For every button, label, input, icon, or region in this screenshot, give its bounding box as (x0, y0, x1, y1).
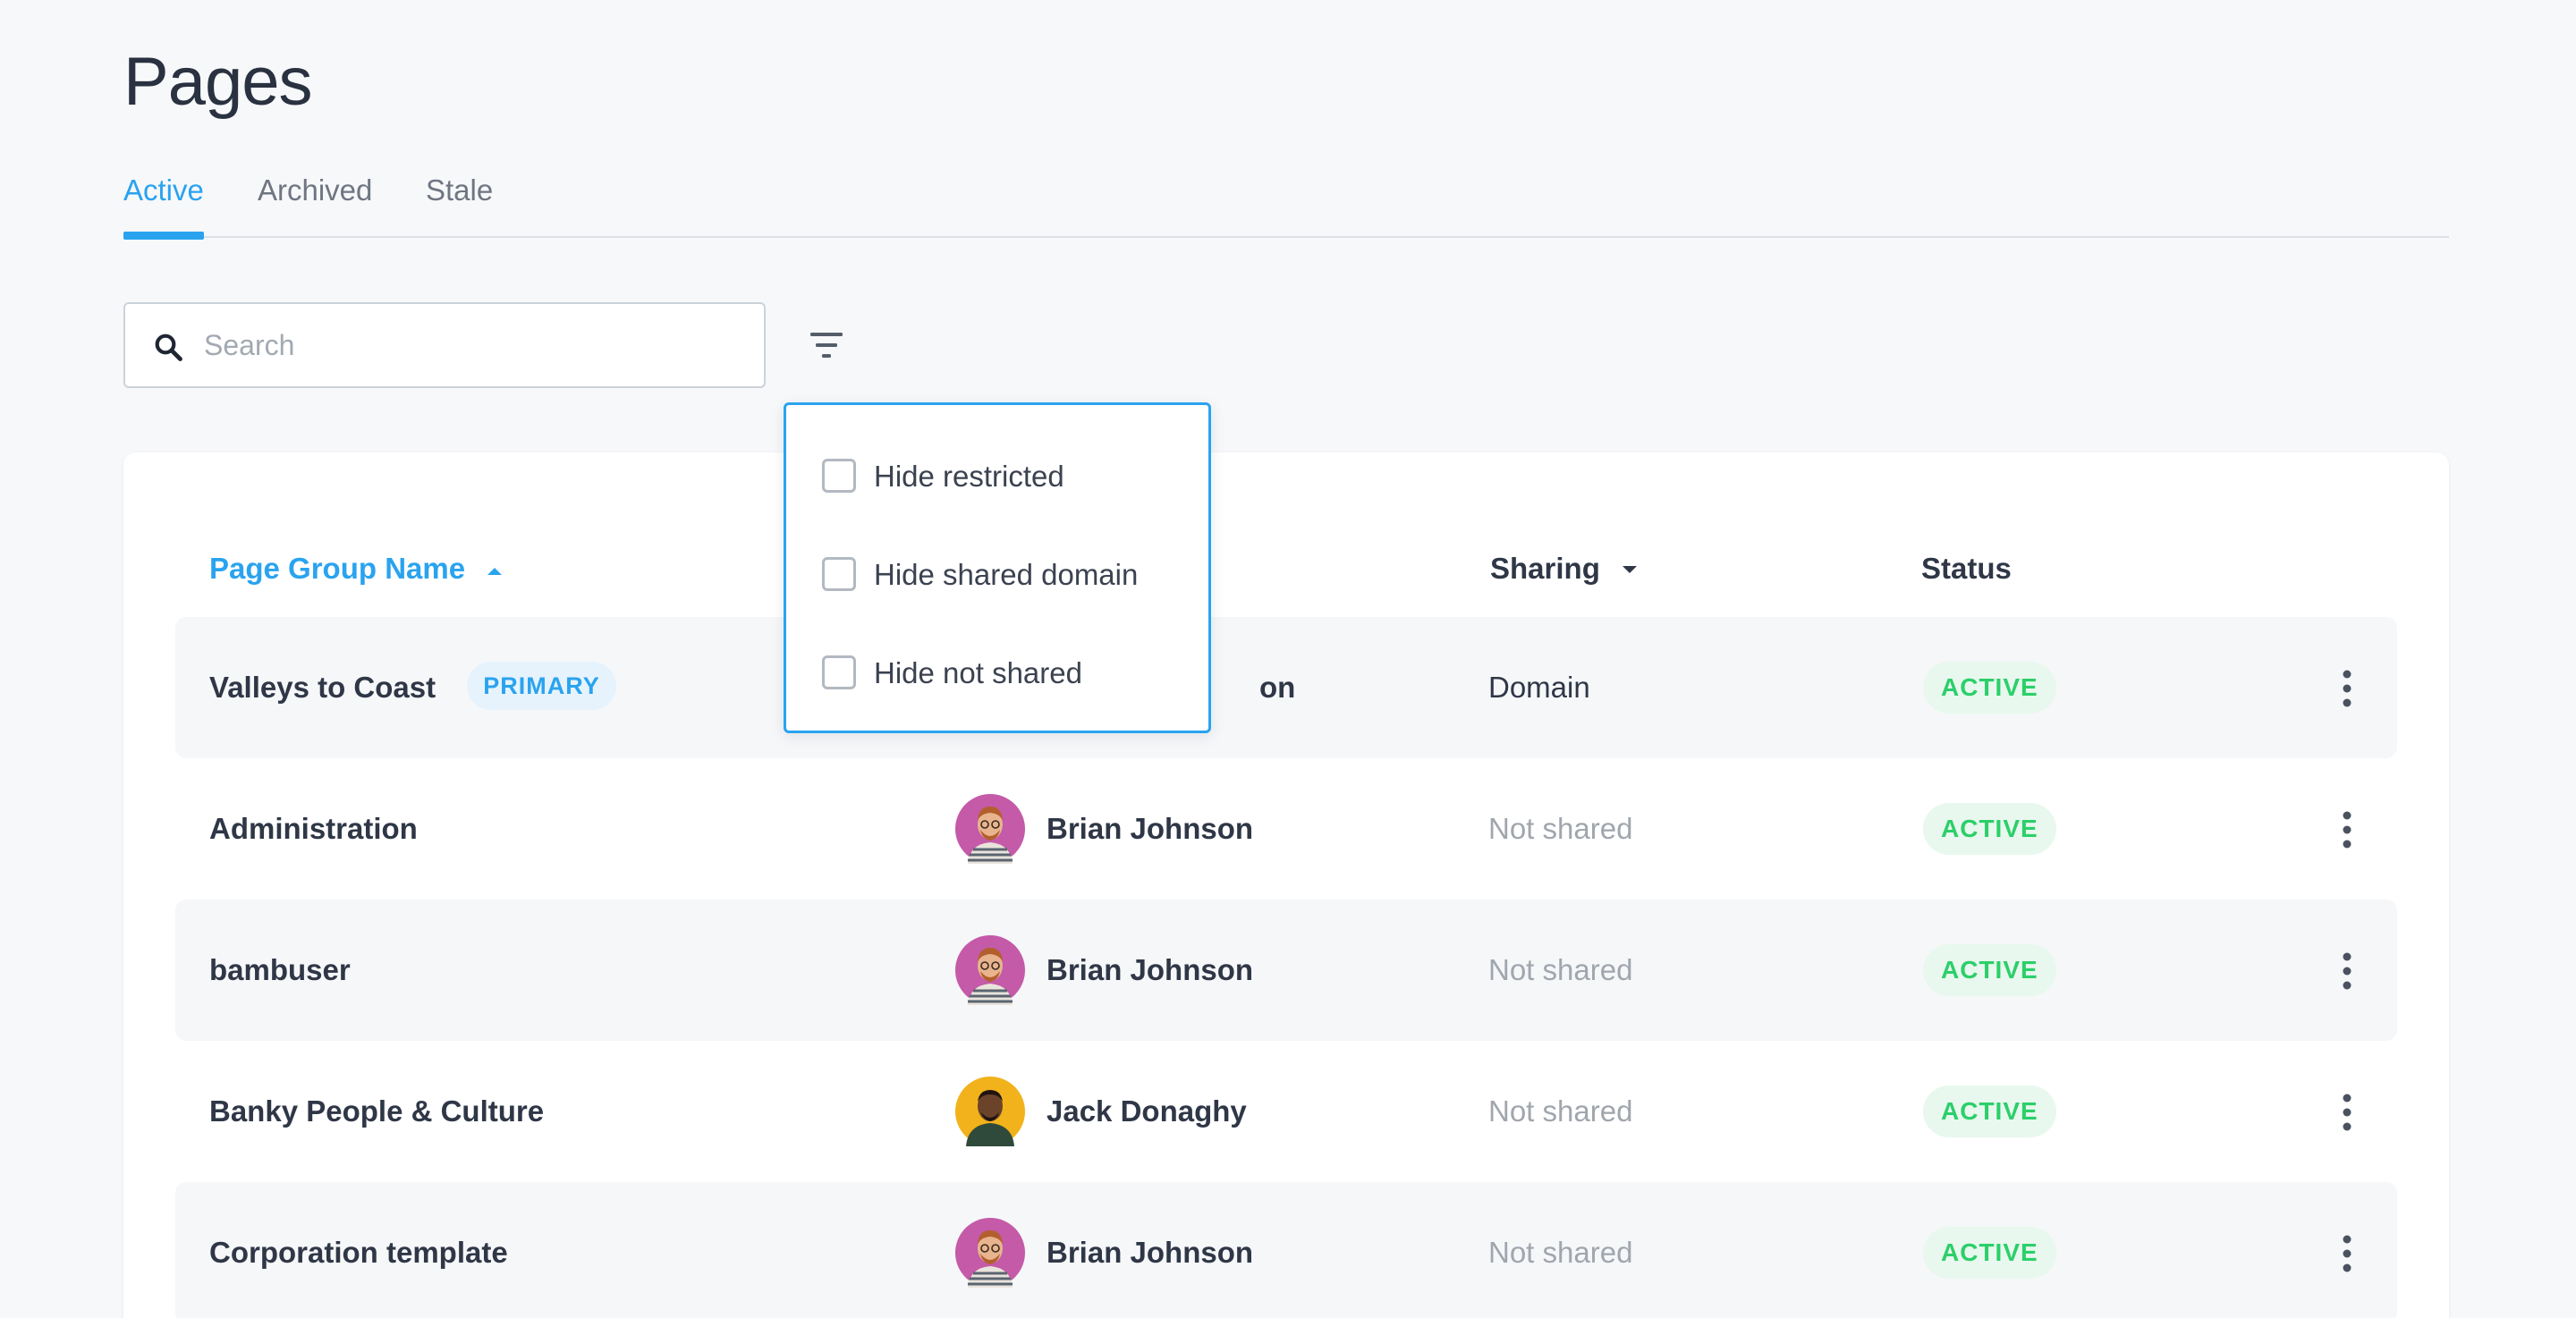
avatar (955, 1218, 1025, 1288)
avatar (955, 794, 1025, 864)
filter-option-label: Hide not shared (874, 656, 1082, 689)
sort-ascending-icon (487, 568, 503, 576)
search-box (123, 302, 766, 388)
status-badge: ACTIVE (1923, 1227, 2056, 1279)
filter-option-label: Hide shared domain (874, 558, 1139, 591)
avatar (955, 935, 1025, 1005)
tab-active[interactable]: Active (123, 173, 204, 240)
tab-stale[interactable]: Stale (426, 173, 493, 238)
filter-dropdown: Hide restricted Hide shared domain Hide … (784, 402, 1211, 733)
tab-archived[interactable]: Archived (258, 173, 372, 238)
search-input[interactable] (204, 317, 741, 374)
page-title: Pages (123, 44, 312, 120)
filter-icon (810, 333, 843, 358)
status-badge: ACTIVE (1923, 803, 2056, 855)
owner-name: Brian Johnson (1046, 812, 1254, 845)
owner-name: Jack Donaghy (1046, 1094, 1247, 1128)
checkbox-hide-shared-domain[interactable] (822, 557, 856, 591)
owner-name: Brian Johnson (1046, 1236, 1254, 1269)
more-options-icon[interactable] (2333, 667, 2361, 710)
sort-descending-icon (1623, 566, 1638, 574)
primary-badge: PRIMARY (467, 662, 616, 711)
page-group-name: Banky People & Culture (209, 1094, 545, 1128)
status-badge: ACTIVE (1923, 662, 2056, 714)
owner-name: on (1259, 671, 1296, 704)
column-header-status[interactable]: Status (1921, 542, 2012, 596)
checkbox-hide-not-shared[interactable] (822, 655, 856, 689)
sharing-value: Not shared (1488, 1094, 1633, 1128)
more-options-icon[interactable] (2333, 950, 2361, 993)
column-header-name[interactable]: Page Group Name (209, 542, 504, 596)
status-badge: ACTIVE (1923, 944, 2056, 996)
table-row[interactable]: bambuser Brian Johnson Not shared ACTIVE (175, 900, 2397, 1041)
page-group-name: Administration (209, 812, 418, 845)
sharing-value: Not shared (1488, 1236, 1633, 1269)
table-row[interactable]: Banky People & Culture Jack Donaghy Not … (175, 1041, 2397, 1182)
table-row[interactable]: Valleys to Coast PRIMARY on Domain ACTIV… (175, 617, 2397, 758)
more-options-icon[interactable] (2333, 1232, 2361, 1275)
page-group-name: Corporation template (209, 1236, 508, 1269)
column-header-sharing-label: Sharing (1490, 552, 1600, 585)
more-options-icon[interactable] (2333, 808, 2361, 851)
column-header-sharing[interactable]: Sharing (1490, 542, 1639, 596)
table-row[interactable]: Administration Brian Johnson Not shared … (175, 758, 2397, 900)
tab-bar: Active Archived Stale (123, 173, 2449, 240)
column-header-name-label: Page Group Name (209, 552, 466, 585)
page-group-name: bambuser (209, 953, 351, 986)
sharing-value: Not shared (1488, 953, 1633, 986)
sharing-value: Not shared (1488, 812, 1633, 845)
avatar (955, 1077, 1025, 1146)
owner-name: Brian Johnson (1046, 953, 1254, 986)
filter-option-label: Hide restricted (874, 460, 1064, 493)
page-group-name-label: Valleys to Coast (209, 671, 436, 704)
pages-table: Page Group Name Sharing Status Valleys t… (123, 452, 2449, 1318)
checkbox-hide-restricted[interactable] (822, 459, 856, 493)
more-options-icon[interactable] (2333, 1091, 2361, 1134)
status-badge: ACTIVE (1923, 1086, 2056, 1137)
page-group-name: Valleys to Coast PRIMARY (209, 617, 616, 758)
table-row[interactable]: Corporation template Brian Johnson Not s… (175, 1182, 2397, 1318)
search-icon (155, 334, 182, 361)
filter-button[interactable] (805, 325, 848, 365)
sharing-value: Domain (1488, 671, 1590, 704)
